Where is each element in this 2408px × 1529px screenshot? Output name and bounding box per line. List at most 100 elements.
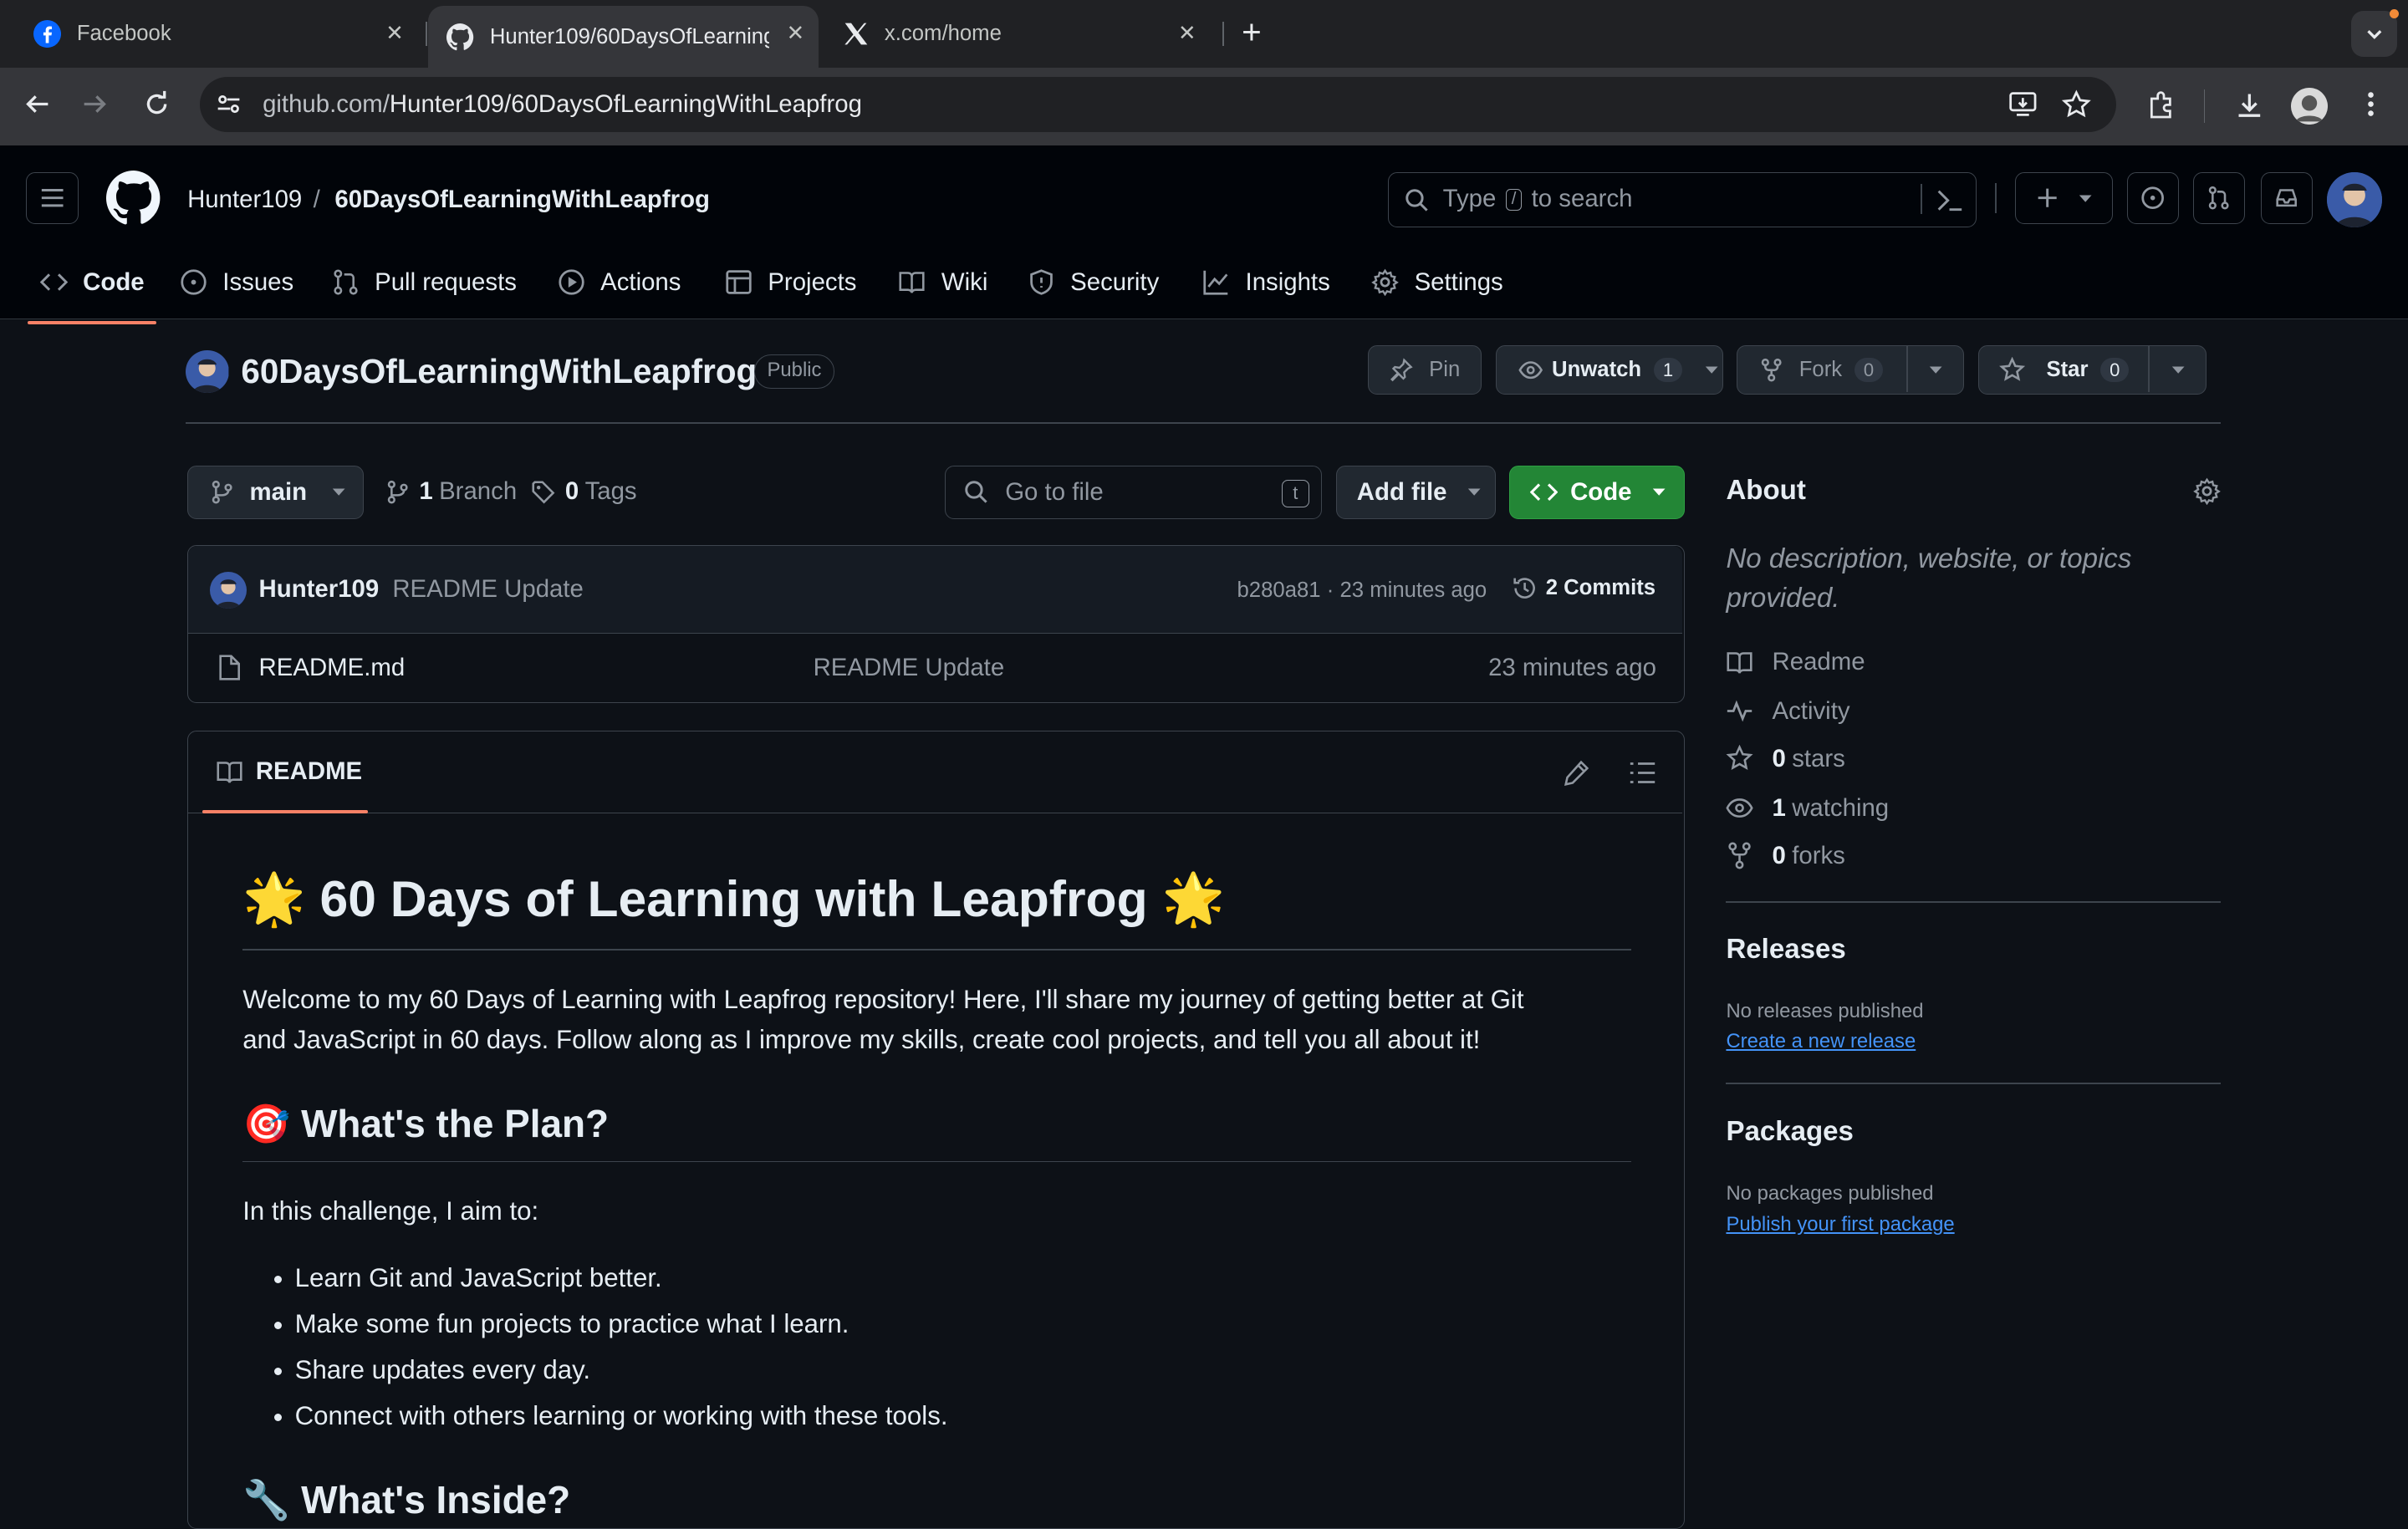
address-bar[interactable]: github.com/Hunter109/60DaysOfLearningWit… <box>199 76 2116 132</box>
inbox-button[interactable] <box>2260 171 2314 225</box>
readme-tab-underline <box>202 809 368 813</box>
watching-link[interactable]: 1 watching <box>1726 794 1889 823</box>
pull-requests-button[interactable] <box>2192 171 2246 225</box>
unwatch-button[interactable]: Unwatch 1 <box>1495 345 1723 395</box>
tab-search-button[interactable] <box>2350 10 2398 57</box>
file-commit-message[interactable]: README Update <box>814 654 1005 682</box>
pull-request-icon <box>334 269 358 295</box>
repo-title[interactable]: 60DaysOfLearningWithLeapfrog <box>241 352 757 391</box>
tab-code[interactable]: Code <box>28 253 157 324</box>
caret-down-icon[interactable] <box>1704 362 1719 377</box>
releases-heading[interactable]: Releases <box>1726 934 1845 966</box>
tab-security[interactable]: Security <box>1028 253 1159 312</box>
browser-menu-button[interactable] <box>2353 86 2390 123</box>
file-commit-time: 23 minutes ago <box>1488 653 1656 681</box>
browser-tab-github[interactable]: Hunter109/60DaysOfLearningWithLeapfrog ✕ <box>428 6 819 68</box>
stars-link[interactable]: 0 stars <box>1726 745 1845 773</box>
add-file-button[interactable]: Add file <box>1335 465 1496 519</box>
publish-package-link[interactable]: Publish your first package <box>1726 1213 1954 1236</box>
breadcrumb-repo[interactable]: 60DaysOfLearningWithLeapfrog <box>334 186 710 214</box>
x-logo-icon <box>844 23 867 45</box>
branches-link[interactable]: 1 Branch <box>385 477 517 506</box>
readme-inside-heading: 🔧 What's Inside? <box>242 1477 571 1521</box>
site-settings-icon[interactable] <box>215 90 242 118</box>
caret-down-icon <box>333 488 345 497</box>
commit-hash[interactable]: b280a81 <box>1237 578 1321 602</box>
avatar-icon <box>209 572 247 609</box>
new-tab-plus-icon[interactable]: + <box>1235 15 1268 50</box>
table-row[interactable]: README.md README Update 23 minutes ago <box>188 634 1682 701</box>
forks-link[interactable]: 0 forks <box>1726 842 1845 870</box>
github-logo-icon[interactable] <box>105 170 161 226</box>
repo-owner-avatar[interactable] <box>186 349 229 394</box>
user-avatar[interactable] <box>2326 171 2382 227</box>
issue-icon <box>2141 186 2165 210</box>
gear-icon <box>1371 268 1400 297</box>
pencil-icon[interactable] <box>1563 759 1590 787</box>
github-header: Hunter109 / 60DaysOfLearningWithLeapfrog… <box>0 145 2408 324</box>
close-icon[interactable]: ✕ <box>1173 20 1201 48</box>
about-description: No description, website, or topics provi… <box>1726 543 2132 614</box>
hamburger-menu-button[interactable] <box>26 171 79 225</box>
file-name[interactable]: README.md <box>259 654 406 682</box>
github-icon <box>446 23 474 50</box>
issues-button[interactable] <box>2126 171 2180 225</box>
gear-icon[interactable] <box>2192 477 2221 506</box>
puzzle-icon <box>2150 90 2171 118</box>
activity-link[interactable]: Activity <box>1726 697 1850 726</box>
install-app-icon[interactable] <box>2008 90 2038 118</box>
extensions-button[interactable] <box>2142 86 2179 123</box>
commit-author-avatar[interactable] <box>209 572 247 609</box>
caret-down-icon <box>2079 195 2092 202</box>
shortcut-key: t <box>1281 480 1309 508</box>
readme-link[interactable]: Readme <box>1726 648 1865 676</box>
watch-count: 1 <box>1653 357 1683 383</box>
book-icon <box>217 762 242 783</box>
fork-button[interactable]: Fork 0 <box>1737 345 1965 395</box>
breadcrumb-owner[interactable]: Hunter109 <box>187 186 302 214</box>
caret-down-icon[interactable] <box>1928 362 1943 377</box>
reload-icon <box>146 91 167 115</box>
branch-select-button[interactable]: main <box>187 465 365 519</box>
browser-toolbar: github.com/Hunter109/60DaysOfLearningWit… <box>0 67 2408 146</box>
profile-avatar[interactable] <box>2291 87 2329 125</box>
list-item: Connect with others learning or working … <box>295 1393 948 1439</box>
tab-insights[interactable]: Insights <box>1202 253 1330 312</box>
close-icon[interactable]: ✕ <box>381 20 409 48</box>
packages-heading[interactable]: Packages <box>1726 1116 1854 1148</box>
forward-button[interactable] <box>77 86 114 123</box>
tag-icon <box>532 480 555 503</box>
back-button[interactable] <box>18 86 55 123</box>
browser-tab-x[interactable]: x.com/home ✕ <box>842 0 1211 68</box>
code-button[interactable]: Code <box>1509 465 1685 519</box>
tab-wiki[interactable]: Wiki <box>898 253 987 312</box>
divider <box>1726 1082 2221 1084</box>
fork-icon <box>1761 358 1782 382</box>
tab-pull-requests[interactable]: Pull requests <box>332 253 517 312</box>
commit-message[interactable]: README Update <box>392 575 584 604</box>
commits-link[interactable]: 2 Commits <box>1512 575 1656 601</box>
tab-settings[interactable]: Settings <box>1371 253 1503 312</box>
commit-time: 23 minutes ago <box>1339 578 1487 602</box>
commit-author[interactable]: Hunter109 <box>259 575 380 604</box>
outline-list-icon[interactable] <box>1629 759 1656 787</box>
downloads-button[interactable] <box>2232 86 2268 123</box>
bookmark-star-icon[interactable] <box>2061 89 2092 120</box>
star-button[interactable]: Star 0 <box>1977 345 2207 395</box>
command-palette-icon[interactable] <box>1936 188 1963 212</box>
go-to-file-input[interactable]: Go to file t <box>944 465 1323 519</box>
readme-tab[interactable]: README <box>216 757 362 786</box>
tab-actions[interactable]: Actions <box>558 253 681 312</box>
tab-projects[interactable]: Projects <box>725 253 856 312</box>
pin-button[interactable]: Pin <box>1368 345 1482 395</box>
browser-tab-facebook[interactable]: Facebook ✕ <box>33 0 417 68</box>
close-icon[interactable]: ✕ <box>782 20 809 48</box>
reload-button[interactable] <box>138 86 175 123</box>
create-new-button[interactable] <box>2014 171 2114 225</box>
star-icon <box>1726 745 1753 771</box>
search-input[interactable]: Type / to search <box>1388 171 1977 227</box>
caret-down-icon[interactable] <box>2171 362 2186 377</box>
tab-issues[interactable]: Issues <box>180 253 293 312</box>
create-release-link[interactable]: Create a new release <box>1726 1030 1916 1053</box>
tags-link[interactable]: 0 Tags <box>531 477 637 506</box>
